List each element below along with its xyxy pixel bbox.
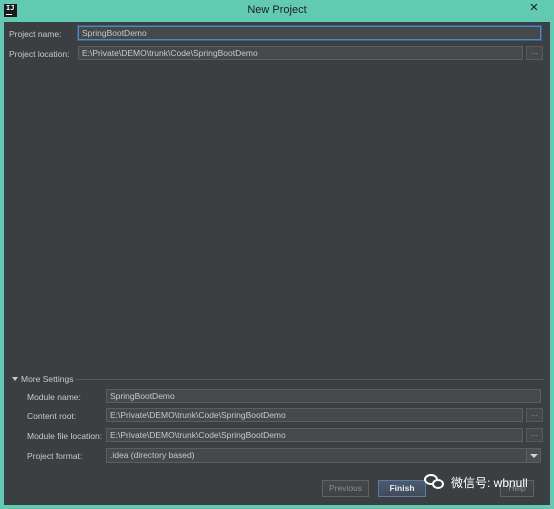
module-name-input[interactable]: SpringBootDemo bbox=[106, 389, 541, 403]
project-format-value: .idea (directory based) bbox=[110, 450, 195, 460]
content-root-input[interactable]: E:\Private\DEMO\trunk\Code\SpringBootDem… bbox=[106, 408, 523, 422]
expand-triangle-icon bbox=[12, 377, 18, 381]
module-name-label: Module name: bbox=[27, 392, 81, 402]
project-format-label: Project format: bbox=[27, 451, 83, 461]
project-name-input[interactable]: SpringBootDemo bbox=[78, 26, 541, 40]
dropdown-arrow-icon[interactable] bbox=[526, 449, 540, 462]
project-location-browse-button[interactable]: ... bbox=[526, 46, 543, 60]
watermark-text: 微信号: wbnull bbox=[451, 475, 528, 490]
module-file-location-browse-button[interactable]: ... bbox=[526, 428, 543, 442]
module-file-location-label: Module file location: bbox=[27, 431, 103, 441]
close-button[interactable]: ✕ bbox=[519, 0, 549, 17]
project-name-row: Project name: SpringBootDemo bbox=[4, 26, 550, 42]
project-format-select[interactable]: .idea (directory based) bbox=[106, 448, 541, 463]
previous-button[interactable]: Previous bbox=[322, 480, 369, 497]
wechat-icon bbox=[424, 473, 446, 491]
more-settings-toggle[interactable]: More Settings bbox=[12, 374, 73, 384]
module-name-row: Module name: SpringBootDemo bbox=[4, 389, 550, 405]
title-bar: IJ New Project ✕ bbox=[0, 0, 554, 22]
wechat-watermark: 微信号: wbnull bbox=[424, 469, 528, 495]
window-title: New Project bbox=[247, 4, 307, 16]
finish-button[interactable]: Finish bbox=[378, 480, 426, 497]
module-file-location-row: Module file location: E:\Private\DEMO\tr… bbox=[4, 428, 550, 444]
project-location-row: Project location: E:\Private\DEMO\trunk\… bbox=[4, 46, 550, 62]
dialog-content: Project name: SpringBootDemo Project loc… bbox=[4, 22, 550, 505]
more-settings-label: More Settings bbox=[21, 374, 74, 384]
more-settings-divider bbox=[76, 379, 544, 380]
project-name-label: Project name: bbox=[9, 29, 62, 39]
new-project-dialog: IJ New Project ✕ Project name: SpringBoo… bbox=[0, 0, 554, 509]
content-root-browse-button[interactable]: ... bbox=[526, 408, 543, 422]
project-format-row: Project format: .idea (directory based) bbox=[4, 448, 550, 464]
content-root-label: Content root: bbox=[27, 411, 77, 421]
module-file-location-input[interactable]: E:\Private\DEMO\trunk\Code\SpringBootDem… bbox=[106, 428, 523, 442]
project-location-label: Project location: bbox=[9, 49, 70, 59]
project-location-input[interactable]: E:\Private\DEMO\trunk\Code\SpringBootDem… bbox=[78, 46, 523, 60]
content-root-row: Content root: E:\Private\DEMO\trunk\Code… bbox=[4, 408, 550, 424]
